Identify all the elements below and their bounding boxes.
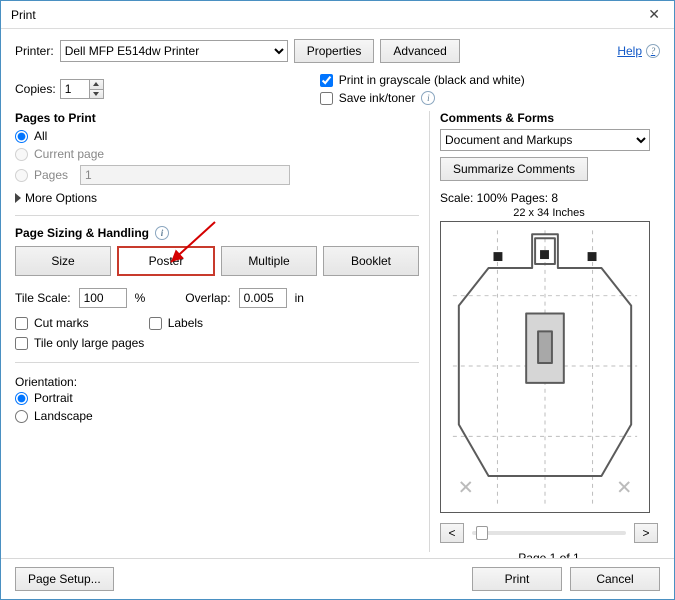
comments-forms-select[interactable]: Document and Markups <box>440 129 650 151</box>
scale-pages-label: Scale: 100% Pages: 8 <box>440 191 658 205</box>
grayscale-input[interactable] <box>320 74 333 87</box>
right-column: Comments & Forms Document and Markups Su… <box>429 111 660 552</box>
content-area: Printer: Dell MFP E514dw Printer Propert… <box>1 29 674 558</box>
next-page-button[interactable]: > <box>634 523 658 543</box>
save-ink-label: Save ink/toner <box>339 91 416 105</box>
help-link[interactable]: Help ? <box>617 44 660 58</box>
grayscale-label: Print in grayscale (black and white) <box>339 73 525 87</box>
tile-large-checkbox[interactable]: Tile only large pages <box>15 336 419 350</box>
copies-label: Copies: <box>15 82 56 96</box>
window-title: Print <box>11 8 36 22</box>
copies-input[interactable] <box>61 80 89 98</box>
seg-multiple[interactable]: Multiple <box>221 246 317 276</box>
save-ink-checkbox[interactable]: Save ink/toner i <box>320 91 525 105</box>
print-preview <box>440 221 650 513</box>
info-icon[interactable]: i <box>155 226 169 240</box>
help-icon: ? <box>646 44 660 58</box>
page-indicator: Page 1 of 1 <box>440 551 658 558</box>
properties-button[interactable]: Properties <box>294 39 375 63</box>
preview-nav: < > <box>440 523 658 543</box>
copies-row: Copies: Print in grayscale (black and wh… <box>15 73 660 105</box>
overlap-input[interactable] <box>239 288 287 308</box>
seg-poster[interactable]: Poster <box>117 246 215 276</box>
radio-pages[interactable]: Pages <box>15 165 419 185</box>
comments-forms-title: Comments & Forms <box>440 111 658 125</box>
sizing-title: Page Sizing & Handling <box>15 226 149 240</box>
labels-checkbox[interactable]: Labels <box>149 316 203 330</box>
page-setup-button[interactable]: Page Setup... <box>15 567 114 591</box>
prev-page-button[interactable]: < <box>440 523 464 543</box>
orientation-section: Orientation: Portrait Landscape <box>15 375 419 423</box>
copies-up[interactable] <box>89 80 103 89</box>
printer-label: Printer: <box>15 44 54 58</box>
chevron-right-icon <box>15 193 21 203</box>
preview-slider[interactable] <box>472 531 626 535</box>
printer-row: Printer: Dell MFP E514dw Printer Propert… <box>15 39 660 63</box>
print-button[interactable]: Print <box>472 567 562 591</box>
info-icon[interactable]: i <box>421 91 435 105</box>
print-dialog: Print ✕ Printer: Dell MFP E514dw Printer… <box>0 0 675 600</box>
pages-to-print-section: Pages to Print All Current page Pages <box>15 111 419 216</box>
copies-down[interactable] <box>89 89 103 98</box>
pages-to-print-title: Pages to Print <box>15 111 419 125</box>
cancel-button[interactable]: Cancel <box>570 567 660 591</box>
pages-range-input <box>80 165 290 185</box>
slider-thumb[interactable] <box>476 526 488 540</box>
save-ink-input[interactable] <box>320 92 333 105</box>
help-link-label: Help <box>617 44 642 58</box>
printer-select[interactable]: Dell MFP E514dw Printer <box>60 40 288 62</box>
radio-current-page[interactable]: Current page <box>15 147 419 161</box>
radio-landscape[interactable]: Landscape <box>15 409 419 423</box>
orientation-title: Orientation: <box>15 375 419 389</box>
seg-booklet[interactable]: Booklet <box>323 246 419 276</box>
cutmarks-checkbox[interactable]: Cut marks <box>15 316 89 330</box>
preview-dimensions: 22 x 34 Inches <box>440 207 658 219</box>
tile-scale-input[interactable] <box>79 288 127 308</box>
summarize-comments-button[interactable]: Summarize Comments <box>440 157 588 181</box>
sizing-section: Page Sizing & Handling i Size Poster Mul… <box>15 226 419 363</box>
close-icon[interactable]: ✕ <box>642 4 666 25</box>
radio-portrait[interactable]: Portrait <box>15 391 419 405</box>
seg-size[interactable]: Size <box>15 246 111 276</box>
radio-all[interactable]: All <box>15 129 419 143</box>
copies-stepper[interactable] <box>60 79 104 99</box>
grayscale-checkbox[interactable]: Print in grayscale (black and white) <box>320 73 525 87</box>
dialog-footer: Page Setup... Print Cancel <box>1 558 674 599</box>
advanced-button[interactable]: Advanced <box>380 39 459 63</box>
more-options-toggle[interactable]: More Options <box>15 191 419 205</box>
tile-scale-label: Tile Scale: <box>15 291 71 305</box>
titlebar: Print ✕ <box>1 1 674 29</box>
overlap-label: Overlap: <box>185 291 230 305</box>
